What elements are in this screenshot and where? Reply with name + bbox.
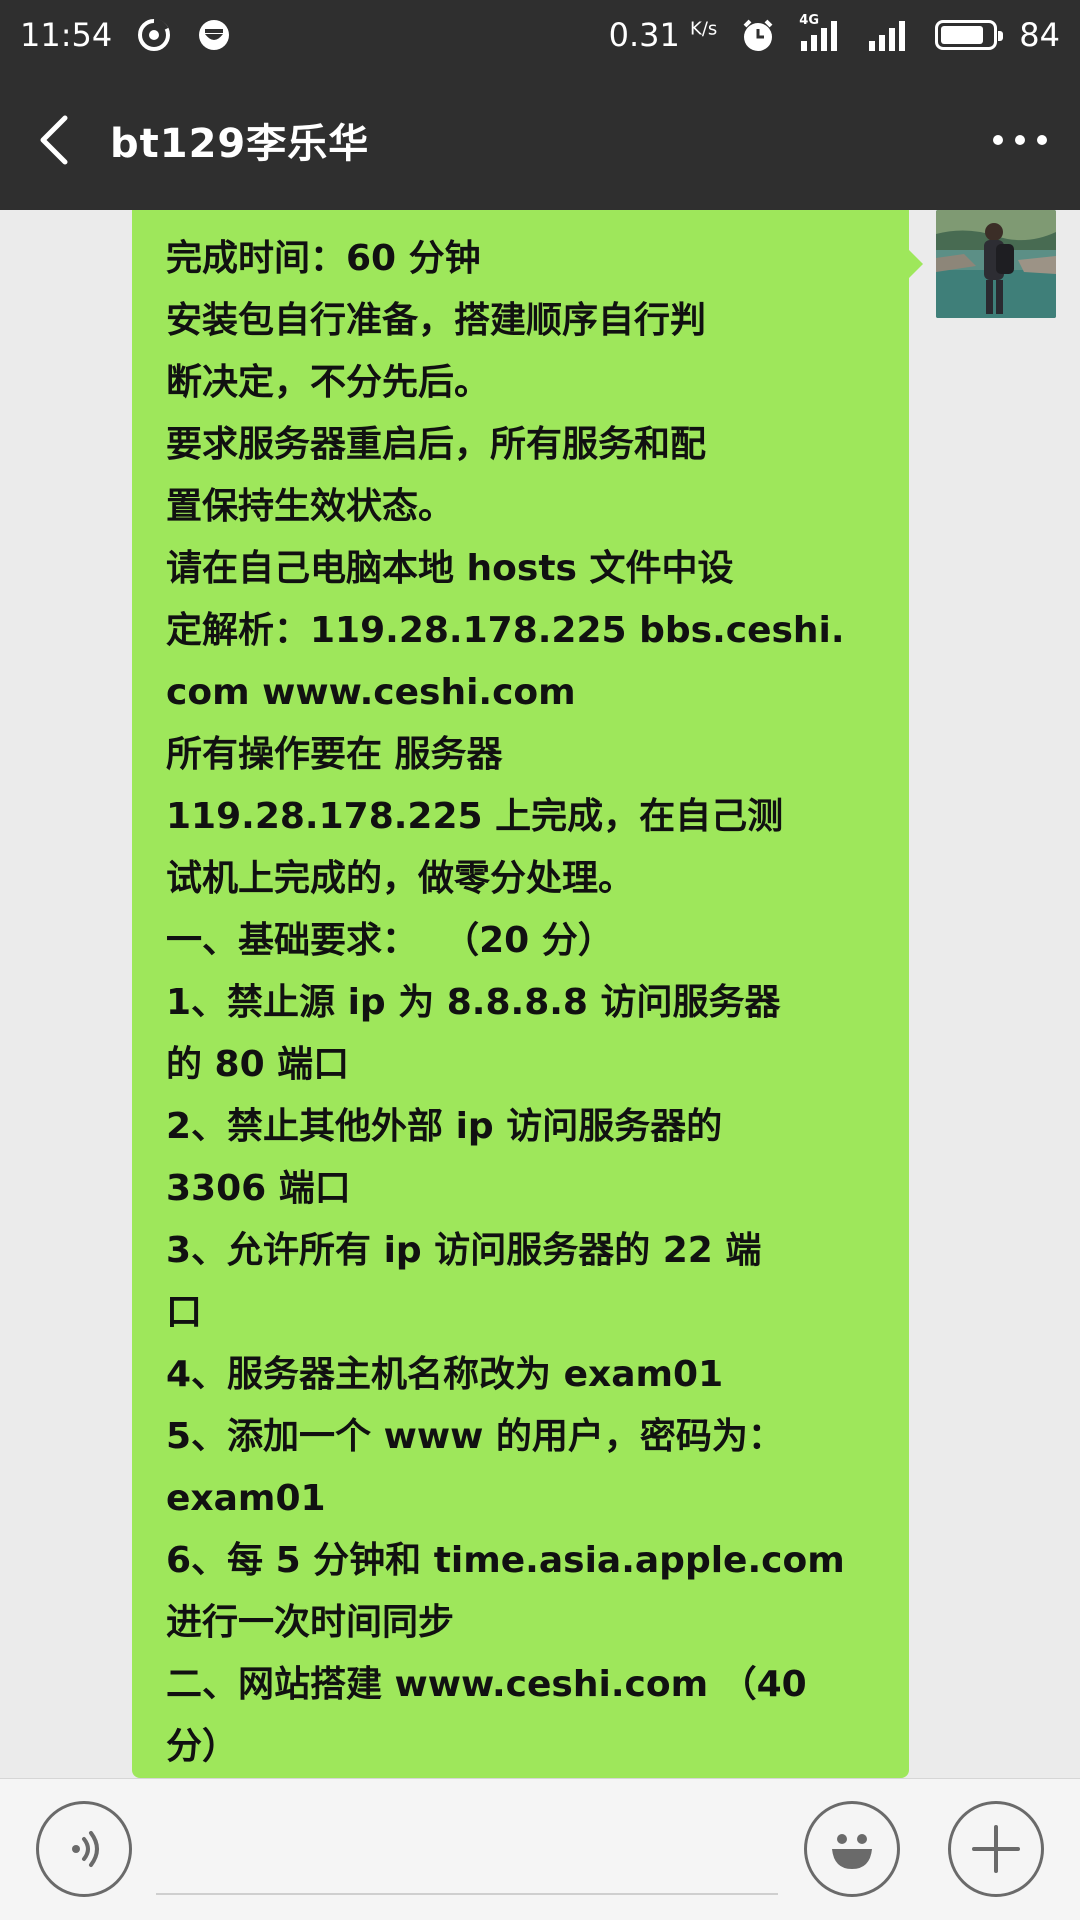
message-line: 4、服务器主机名称改为 exam01 <box>166 1354 724 1395</box>
emoji-button[interactable] <box>804 1801 900 1897</box>
more-dots-icon <box>993 135 1047 145</box>
message-line: 进行一次时间同步 <box>166 1602 455 1643</box>
message-line: 试机上完成的，做零分处理。 <box>166 858 635 899</box>
message-line: 完成时间：60 分钟 <box>166 238 481 279</box>
message-line: 口 <box>166 1292 203 1333</box>
message-line: com www.ceshi.com <box>166 672 576 713</box>
message-line: 一、基础要求： （20 分） <box>166 920 614 961</box>
chat-header: bt129李乐华 <box>0 70 1080 210</box>
input-bar <box>0 1778 1080 1920</box>
message-bubble[interactable]: 完成时间：60 分钟安装包自行准备，搭建顺序自行判 断决定，不分先后。要求服务器重… <box>132 210 909 1778</box>
avatar[interactable] <box>936 210 1056 318</box>
emoji-icon <box>832 1834 872 1869</box>
voice-input-button[interactable] <box>36 1801 132 1897</box>
battery-fill <box>941 26 984 44</box>
network-speed: 0.31 K/s <box>609 16 718 54</box>
message-input[interactable] <box>156 1807 778 1895</box>
battery-percent: 84 <box>1019 16 1060 54</box>
message-line: 5、添加一个 www 的用户，密码为： <box>166 1416 784 1457</box>
bubble-tail <box>909 250 923 278</box>
message-line: exam01 <box>166 1478 326 1519</box>
plus-icon <box>972 1825 1020 1873</box>
signal-4g-icon: 4G <box>799 13 845 53</box>
network-speed-value: 0.31 <box>608 16 680 54</box>
message-line: 分） <box>166 1726 239 1767</box>
message-line: 请在自己电脑本地 hosts 文件中设 <box>166 548 734 589</box>
signal-icon <box>867 17 913 53</box>
message-line: 定解析：119.28.178.225 bbs.ceshi. <box>166 610 845 651</box>
smile-notification-icon <box>196 17 232 53</box>
status-time: 11:54 <box>20 16 113 54</box>
chat-message-list[interactable]: 完成时间：60 分钟安装包自行准备，搭建顺序自行判 断决定，不分先后。要求服务器重… <box>0 210 1080 1778</box>
network-type-label: 4G <box>799 13 819 28</box>
chat-title: bt129李乐华 <box>110 121 370 167</box>
message-line: 1、禁止源 ip 为 8.8.8.8 访问服务器 <box>166 982 781 1023</box>
message-line: 3、允许所有 ip 访问服务器的 22 端 <box>166 1230 762 1271</box>
app-notification-icon <box>136 17 172 53</box>
more-options-button[interactable] <box>960 70 1080 210</box>
message-line: 3306 端口 <box>166 1168 351 1209</box>
more-functions-button[interactable] <box>948 1801 1044 1897</box>
message-line: 的 80 端口 <box>166 1044 350 1085</box>
message-line: 119.28.178.225 上完成，在自己测 <box>166 796 784 837</box>
message-line: 安装包自行准备，搭建顺序自行判 <box>166 300 707 341</box>
network-speed-unit: K/s <box>690 18 718 40</box>
voice-icon <box>72 1831 99 1867</box>
back-button[interactable] <box>0 70 110 210</box>
message-line: 所有操作要在 服务器 <box>166 734 503 775</box>
alarm-icon <box>739 16 777 54</box>
message-line: 二、网站搭建 www.ceshi.com （40 <box>166 1664 807 1705</box>
battery-icon <box>935 20 1004 50</box>
message-line: 6、每 5 分钟和 time.asia.apple.com <box>166 1540 845 1581</box>
message-line: 要求服务器重启后，所有服务和配 <box>166 424 707 465</box>
message-line: 2、禁止其他外部 ip 访问服务器的 <box>166 1106 723 1147</box>
message-line: 置保持生效状态。 <box>166 486 455 527</box>
chevron-left-icon <box>40 115 68 165</box>
status-bar: 11:54 0.31 K/s 4G 84 <box>0 0 1080 70</box>
message-line: 断决定，不分先后。 <box>166 362 491 403</box>
